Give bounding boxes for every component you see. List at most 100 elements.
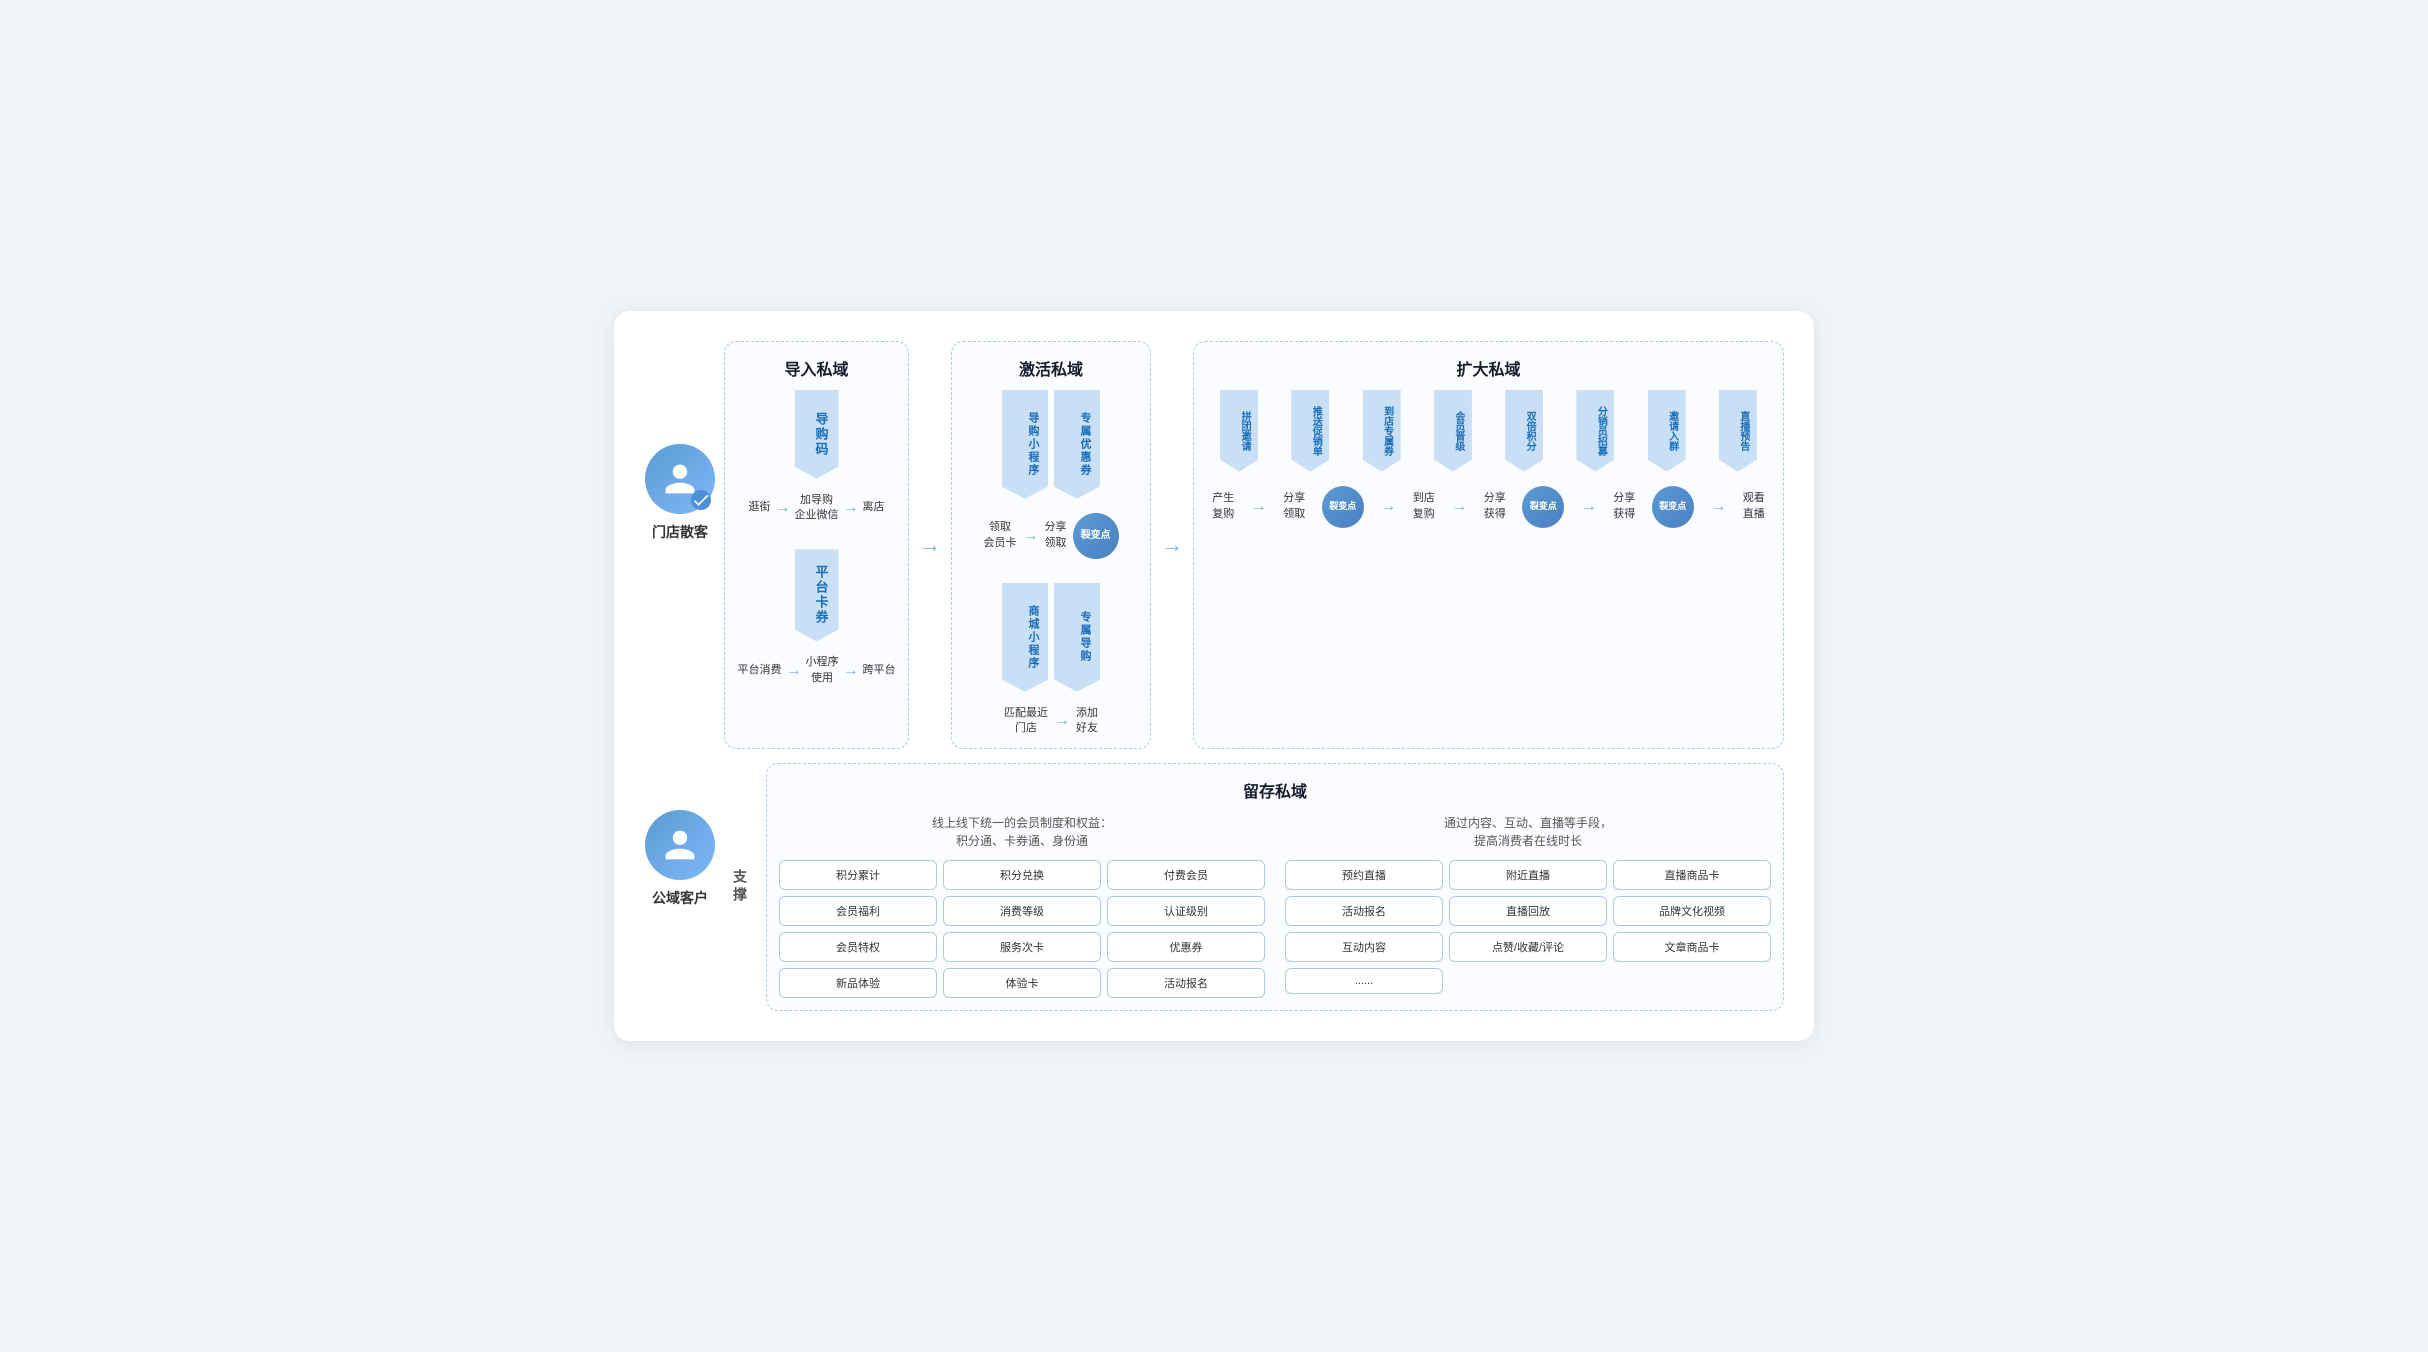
jiahuo-spacer (964, 567, 1138, 583)
tag-zbspk: 直播商品卡 (1613, 860, 1771, 890)
jiahuo-coupon-banner: 专属优惠券 (1054, 390, 1100, 499)
platform-card-banner: 平台卡券 (795, 549, 839, 641)
tag-ellipsis: ...... (1285, 968, 1443, 994)
conn-arrow-2: → (1161, 532, 1183, 558)
tag-hdnr: 互动内容 (1285, 932, 1443, 962)
liucun-left-col: 线上线下统一的会员制度和权益：积分通、卡券通、身份通 积分累计 积分兑换 付费会… (779, 814, 1265, 998)
kuoda-banner-5: 双倍积分 (1505, 390, 1543, 472)
crack-point-2: 裂变点 (1322, 486, 1364, 528)
tag-dzscp: 点赞/收藏/评论 (1449, 932, 1607, 962)
jiahuo-shop-mini: 商城小程序 (1002, 583, 1048, 692)
crack-point-3: 裂变点 (1522, 486, 1564, 528)
main-card: 门店散客 公域客户 导入私域 导购码 (614, 311, 1814, 1042)
daoru-spacer (737, 529, 896, 549)
kuoda-banner-2: 推送促销单 (1291, 390, 1329, 472)
kuoda-banner-8: 直播预告 (1719, 390, 1757, 472)
daoru-banner-row: 导购码 (737, 390, 896, 479)
jiahuo-dedicated: 专属导购 (1054, 583, 1100, 692)
jiahuo-banners: 导购小程序 专属优惠券 (964, 390, 1138, 499)
tag-xfdj: 消费等级 (943, 896, 1101, 926)
kuoda-step-2: 分享领取 (1283, 491, 1305, 522)
liucun-content: 线上线下统一的会员制度和权益：积分通、卡券通、身份通 积分累计 积分兑换 付费会… (779, 814, 1771, 998)
tag-fjzb: 附近直播 (1449, 860, 1607, 890)
kuoda-banner-3: 到店专属券 (1363, 390, 1401, 472)
tag-hdbaom-left: 活动报名 (1107, 968, 1265, 998)
liucun-desc-right: 通过内容、互动、直播等手段，提高消费者在线时长 (1285, 814, 1771, 850)
liucun-section: 留存私域 线上线下统一的会员制度和权益：积分通、卡券通、身份通 积分累计 积分兑… (766, 763, 1784, 1011)
store-label: 门店散客 (652, 522, 708, 542)
kuoda-step-6: 观看直播 (1743, 491, 1765, 522)
liucun-right-col: 通过内容、互动、直播等手段，提高消费者在线时长 预约直播 附近直播 直播商品卡 … (1285, 814, 1771, 998)
step-add-wechat: 加导购企业微信 (795, 493, 839, 524)
step-match-store: 匹配最近门店 (1004, 706, 1048, 737)
step-jiujie: 逛街 (749, 500, 771, 515)
kuoda-banner-4: 会员晋级 (1434, 390, 1472, 472)
tag-fwck: 服务次卡 (943, 932, 1101, 962)
tag-hytq: 会员特权 (779, 932, 937, 962)
tag-tyk: 体验卡 (943, 968, 1101, 998)
liucun-title: 留存私域 (779, 778, 1771, 802)
crack-point-1: 裂变点 (1073, 513, 1119, 559)
jiahuo-store-flow: 领取会员卡 → 分享领取 裂变点 (964, 513, 1138, 559)
kuoda-step-1: 产生复购 (1212, 491, 1234, 522)
tag-hyfl: 会员福利 (779, 896, 937, 926)
jiahuo-section: 激活私域 导购小程序 专属优惠券 领取会员卡 → 分享领取 裂变点 (951, 341, 1151, 750)
tag-jfdh: 积分兑换 (943, 860, 1101, 890)
step-add-friend: 添加好友 (1076, 706, 1098, 737)
avatar-platform (645, 810, 715, 880)
tag-xpyt: 新品体验 (779, 968, 937, 998)
kuoda-banners: 拼团邀请 推送促销单 到店专属券 会员晋级 双倍积分 分销员招募 邀请入群 直播… (1206, 390, 1771, 472)
left-personas: 门店散客 公域客户 (644, 341, 724, 1012)
jiahuo-platform-flow: 匹配最近门店 → 添加好友 (964, 706, 1138, 737)
tag-yhq: 优惠券 (1107, 932, 1265, 962)
liucun-tags-right: 预约直播 附近直播 直播商品卡 活动报名 直播回放 品牌文化视频 互动内容 点赞… (1285, 860, 1771, 994)
bottom-row: 支撑 留存私域 线上线下统一的会员制度和权益：积分通、卡券通、身份通 积分累计 … (724, 763, 1784, 1011)
kuoda-banner-1: 拼团邀请 (1220, 390, 1258, 472)
kuoda-banner-6: 分销员招募 (1576, 390, 1614, 472)
liucun-tags-left: 积分累计 积分兑换 付费会员 会员福利 消费等级 认证级别 会员特权 服务次卡 … (779, 860, 1265, 998)
step-share-get: 分享领取 (1045, 520, 1067, 551)
platform-label: 公域客户 (652, 888, 708, 908)
diagram-main: 导入私域 导购码 逛街 → 加导购企业微信 → 离店 (724, 341, 1784, 1012)
daoru-banner-gumai: 导购码 (795, 390, 839, 479)
crack-point-4: 裂变点 (1652, 486, 1694, 528)
kuoda-step-3: 到店复购 (1413, 491, 1435, 522)
daoru-store-flow: 逛街 → 加导购企业微信 → 离店 (737, 493, 896, 524)
store-badge (691, 490, 711, 510)
tag-fhhy: 付费会员 (1107, 860, 1265, 890)
jiahuo-platform-banners: 商城小程序 专属导购 (964, 583, 1138, 692)
daoru-platform-banner: 平台卡券 (737, 549, 896, 641)
step-lidian: 离店 (863, 500, 885, 515)
kuoda-step-4: 分享获得 (1484, 491, 1506, 522)
avatar-store (645, 444, 715, 514)
kuoda-section: 扩大私域 拼团邀请 推送促销单 到店专属券 会员晋级 双倍积分 分销员招募 邀请… (1193, 341, 1784, 750)
kuoda-store-flow: 产生复购 → 分享领取 裂变点 → 到店复购 → 分享获得 裂变点 → 分享获得… (1206, 486, 1771, 528)
step-cross-platform: 跨平台 (863, 663, 896, 678)
tag-yyzb: 预约直播 (1285, 860, 1443, 890)
tag-wzspk: 文章商品卡 (1613, 932, 1771, 962)
daoru-gumai-banner: 导购码 (795, 390, 839, 479)
daoru-section: 导入私域 导购码 逛街 → 加导购企业微信 → 离店 (724, 341, 909, 750)
step-platform-consume: 平台消费 (738, 663, 782, 678)
tag-jfleij: 积分累计 (779, 860, 937, 890)
kuoda-step-5: 分享获得 (1613, 491, 1635, 522)
step-lingqu-card: 领取会员卡 (984, 520, 1017, 551)
support-label: 支撑 (724, 763, 756, 1011)
kuoda-banner-7: 邀请入群 (1648, 390, 1686, 472)
persona-store: 门店散客 (644, 444, 716, 542)
jiahuo-mini-banner: 导购小程序 (1002, 390, 1048, 499)
tag-rzjb: 认证级别 (1107, 896, 1265, 926)
tag-hdbaom: 活动报名 (1285, 896, 1443, 926)
diagram: 门店散客 公域客户 导入私域 导购码 (644, 341, 1784, 1012)
conn-arrow-1: → (919, 532, 941, 558)
tag-ppwh: 品牌文化视频 (1613, 896, 1771, 926)
persona-platform: 公域客户 (644, 810, 716, 908)
step-mini-use: 小程序使用 (806, 655, 839, 686)
top-sections-row: 导入私域 导购码 逛街 → 加导购企业微信 → 离店 (724, 341, 1784, 750)
daoru-platform-flow: 平台消费 → 小程序使用 → 跨平台 (737, 655, 896, 686)
kuoda-title: 扩大私域 (1206, 356, 1771, 380)
jiahuo-title: 激活私域 (964, 356, 1138, 380)
tag-zbhf: 直播回放 (1449, 896, 1607, 926)
daoru-title: 导入私域 (737, 356, 896, 380)
liucun-desc-left: 线上线下统一的会员制度和权益：积分通、卡券通、身份通 (779, 814, 1265, 850)
